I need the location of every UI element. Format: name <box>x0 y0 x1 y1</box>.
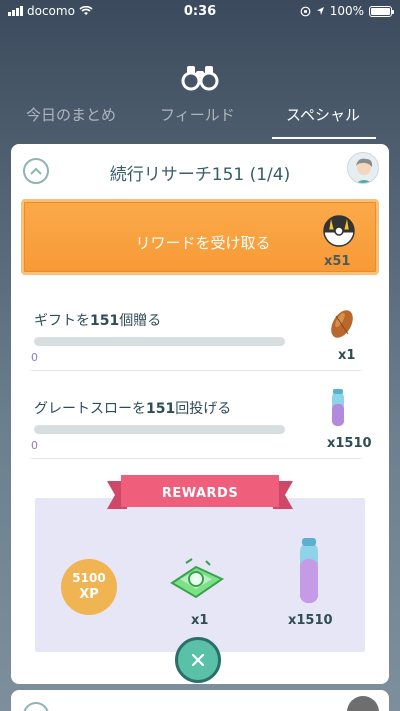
tab-field[interactable]: フィールド <box>160 104 235 125</box>
avatar <box>347 696 379 711</box>
task-reward-count: x1 <box>338 348 356 363</box>
research-title: 続行リサーチ151 (1/4) <box>109 165 291 185</box>
location-arrow-icon <box>316 7 324 15</box>
incubator-count: x1 <box>191 613 209 628</box>
ultra-ball-icon <box>323 215 355 247</box>
task-progress-bar <box>34 425 285 434</box>
star-piece-icon <box>332 389 344 426</box>
star-piece-count: x1510 <box>288 613 333 628</box>
battery-icon <box>369 5 394 17</box>
close-icon <box>191 653 205 667</box>
claim-reward-button[interactable]: リワードを受け取る x51 <box>21 199 379 275</box>
status-bar: docomo 0:36 100% <box>0 0 400 22</box>
battery-percentage: 100% <box>329 4 364 18</box>
active-tab-indicator <box>272 137 376 139</box>
task-description: ギフトを151個贈る <box>34 313 162 329</box>
claim-reward-count: x51 <box>324 254 351 269</box>
next-research-card[interactable] <box>11 690 389 711</box>
close-button[interactable] <box>175 637 221 683</box>
task-reward-count: x1510 <box>327 436 372 451</box>
professor-avatar <box>347 152 379 184</box>
task-progress-bar <box>34 337 285 346</box>
xp-reward: 5100 XP <box>61 559 117 615</box>
rewards-banner-label: REWARDS <box>161 486 239 501</box>
card-header: 続行リサーチ151 (1/4) <box>11 144 389 196</box>
pinap-berry-icon <box>331 310 353 338</box>
orientation-lock-icon <box>300 6 311 16</box>
research-card: 続行リサーチ151 (1/4) リワードを受け取る x51 ギフトを151個贈る… <box>11 144 389 684</box>
research-tabs: 今日のまとめ フィールド スペシャル <box>0 104 400 134</box>
collapse-button[interactable] <box>23 702 49 711</box>
claim-reward-label: リワードを受け取る <box>135 234 271 252</box>
task-description: グレートスローを151回投げる <box>34 401 232 417</box>
task-divider <box>31 370 361 371</box>
binoculars-icon <box>181 66 219 91</box>
task-progress-value: 0 <box>31 351 38 364</box>
tab-special[interactable]: スペシャル <box>286 104 360 125</box>
star-piece-icon <box>300 538 318 603</box>
task-progress-value: 0 <box>31 439 38 452</box>
xp-value: 5100 <box>72 571 106 585</box>
task-divider <box>31 458 361 459</box>
xp-unit: XP <box>79 587 99 602</box>
tab-today[interactable]: 今日のまとめ <box>26 104 116 125</box>
incubator-icon <box>170 558 225 599</box>
